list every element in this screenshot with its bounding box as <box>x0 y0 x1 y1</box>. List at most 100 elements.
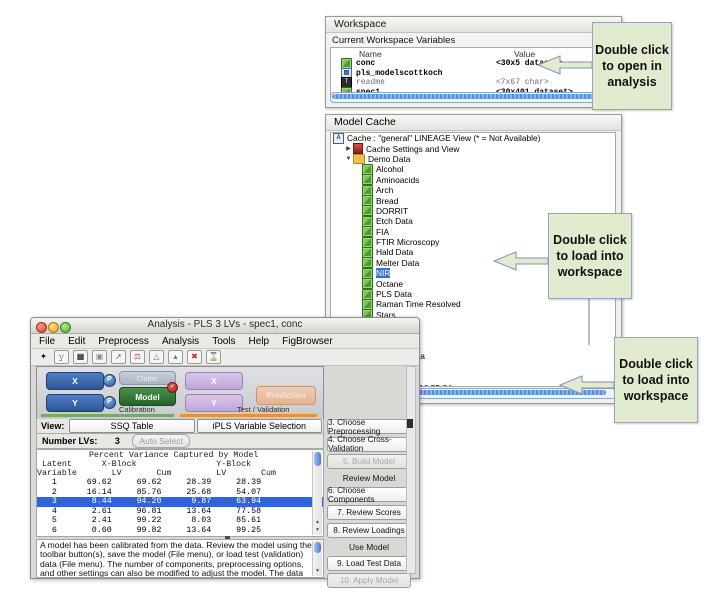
hourglass-icon[interactable]: ⌛ <box>206 350 221 364</box>
green-cube-icon <box>362 278 373 289</box>
cache-tree-node[interactable]: ▼ Demo Data <box>331 154 615 164</box>
workflow-button[interactable]: 3. Choose Preprocessing <box>327 419 411 434</box>
menu-tools[interactable]: Tools <box>212 336 235 347</box>
view-tab-row[interactable]: View: SSQ Table iPLS Variable Selection <box>36 419 324 434</box>
scrollbar-thumb[interactable] <box>407 419 413 428</box>
ssq-table-header: Percent Variance Captured by Model Laten… <box>37 450 323 478</box>
validation-bar <box>180 414 317 417</box>
ssq-table-row[interactable]: 6 0.60 99.82 13.64 99.25 <box>37 526 323 536</box>
analysis-vertical-scrollbar[interactable] <box>406 366 416 574</box>
cache-tree-node[interactable]: Raman Time Resolved <box>331 299 615 309</box>
cache-tree-node[interactable]: Alcohol <box>331 164 615 174</box>
workspace-horizontal-scrollbar[interactable]: ▶ <box>330 92 616 103</box>
flow-node-p2[interactable]: P <box>103 396 116 409</box>
scrollbar-thumb[interactable] <box>314 452 321 466</box>
model-icon[interactable]: ▣ <box>92 350 107 364</box>
tree-toggle-icon[interactable]: ▼ <box>344 156 353 162</box>
number-lvs-row[interactable]: Number LVs: 3 Auto Select <box>36 434 324 449</box>
workflow-button[interactable]: 4. Choose Cross-Validation <box>327 437 411 452</box>
flow-node-x-cal[interactable]: X <box>46 372 104 390</box>
cache-node-label: FIA <box>376 227 389 237</box>
analysis-toolbar[interactable]: ✦ 𝚢 ▦ ▣ ➚ ⚖ △ ▴ ✖ ⌛ <box>31 349 419 366</box>
tab-ipls-variable[interactable]: iPLS Variable Selection <box>197 419 322 433</box>
ssq-table[interactable]: Percent Variance Captured by Model Laten… <box>36 449 324 537</box>
flow-node-p1[interactable]: P <box>103 374 116 387</box>
workflow-button[interactable]: Review Model <box>327 472 411 485</box>
cache-tree-node[interactable]: ▶ Cache Settings and View <box>331 143 615 153</box>
cache-node-label: Demo Data <box>368 154 410 164</box>
cache-node-label: Melter Data <box>376 258 419 268</box>
menu-figbrowser[interactable]: FigBrowser <box>282 336 333 347</box>
flow-node-prediction[interactable]: Prediction <box>256 386 316 405</box>
workflow-button[interactable]: 7. Review Scores <box>327 505 411 520</box>
cache-root-label: Cache : "general" LINEAGE View (* = Not … <box>347 133 540 143</box>
green-cube-icon <box>362 164 373 175</box>
scores-icon[interactable]: ✖ <box>187 350 202 364</box>
auto-select-button[interactable]: Auto Select <box>132 434 189 448</box>
table-vertical-scrollbar[interactable]: ▲ ▼ <box>312 451 322 535</box>
scroll-up-arrow[interactable]: ▲ <box>314 519 321 526</box>
cache-node-label: Arch <box>376 185 393 195</box>
ssq-table-row[interactable]: 3 8.44 94.20 9.87 63.94 <box>37 497 323 507</box>
status-message-box[interactable]: A model has been calibrated from the dat… <box>36 539 324 578</box>
flow-node-x-test[interactable]: X <box>185 372 243 390</box>
workspace-window[interactable]: Workspace Current Workspace Variables Na… <box>325 16 622 108</box>
loadings-icon[interactable]: ▴ <box>168 350 183 364</box>
scroll-down-arrow[interactable]: ▼ <box>314 527 321 534</box>
cursor-icon[interactable]: ✦ <box>37 351 50 363</box>
green-cube-icon <box>362 226 373 237</box>
menu-edit[interactable]: Edit <box>68 336 85 347</box>
cache-node-label: Raman Time Resolved <box>376 299 461 309</box>
analysis-title: Analysis - PLS 3 LVs - spec1, conc <box>31 319 419 330</box>
ssq-table-row[interactable]: 2 16.14 85.76 25.68 54.07 <box>37 488 323 498</box>
cache-node-label: DORRIT <box>376 206 408 216</box>
green-cube-icon <box>362 195 373 206</box>
status-vertical-scrollbar[interactable]: ▼ <box>312 541 322 576</box>
cache-root-node[interactable]: A Cache : "general" LINEAGE View (* = No… <box>331 133 615 143</box>
menu-analysis[interactable]: Analysis <box>162 336 199 347</box>
scroll-down-arrow[interactable]: ▼ <box>314 568 321 575</box>
cache-tree-node[interactable]: Aminoacids <box>331 175 615 185</box>
ssq-table-row[interactable]: 5 2.41 99.22 8.03 85.61 <box>37 516 323 526</box>
ssq-table-row[interactable]: 1 69.62 69.62 28.39 28.39 <box>37 478 323 488</box>
callout-open-in-analysis: Double click to open in analysis <box>592 22 672 110</box>
spectra-icon[interactable]: △ <box>149 350 164 364</box>
analysis-window[interactable]: Analysis - PLS 3 LVs - spec1, conc File … <box>30 317 420 579</box>
flow-node-y-cal[interactable]: Y <box>46 394 104 412</box>
cache-tree-node[interactable]: Arch <box>331 185 615 195</box>
cache-node-label: Etch Data <box>376 216 413 226</box>
green-cube-icon <box>362 174 373 185</box>
cache-node-label: Cache Settings and View <box>366 144 459 154</box>
workflow-button[interactable]: 9. Load Test Data <box>327 556 411 571</box>
scrollbar-thumb[interactable] <box>314 542 321 553</box>
flow-node-y-test[interactable]: Y <box>185 394 243 412</box>
analysis-menubar[interactable]: File Edit Preprocess Analysis Tools Help… <box>31 334 419 349</box>
workflow-button[interactable]: 8. Review Loadings <box>327 523 411 538</box>
cache-tree-node[interactable]: Bread <box>331 195 615 205</box>
workflow-button[interactable]: Use Model <box>327 540 411 553</box>
ssq-table-row[interactable]: 4 2.61 96.81 13.64 77.58 <box>37 507 323 517</box>
flask-icon[interactable]: ⚖ <box>130 350 145 364</box>
workflow-button-column[interactable]: 3. Choose Preprocessing 4. Choose Cross-V… <box>327 419 411 591</box>
tree-toggle-icon[interactable]: ▶ <box>344 145 353 152</box>
green-cube-icon <box>362 247 373 258</box>
analysis-flow-diagram[interactable]: X Y Clutter Model X Y Prediction P P ✓ C… <box>36 366 324 420</box>
scrollbar-thumb[interactable] <box>332 94 606 99</box>
analysis-icon[interactable]: 𝚢 <box>54 350 69 364</box>
menu-help[interactable]: Help <box>249 336 270 347</box>
data-table-icon[interactable]: ▦ <box>73 350 88 364</box>
menu-preprocess[interactable]: Preprocess <box>98 336 149 347</box>
analysis-titlebar[interactable]: Analysis - PLS 3 LVs - spec1, conc <box>31 318 419 334</box>
model-cache-title: Model Cache <box>326 115 621 131</box>
cache-node-label: PLS Data <box>376 289 412 299</box>
ssq-table-row[interactable]: 7 0.04 99.86 0.53 99.78 <box>37 536 323 537</box>
tab-ssq-table[interactable]: SSQ Table <box>69 419 194 433</box>
menu-file[interactable]: File <box>39 336 55 347</box>
workflow-button[interactable]: 6. Choose Components <box>327 487 411 502</box>
green-cube-icon <box>362 257 373 268</box>
number-lvs-value[interactable]: 3 <box>102 436 132 446</box>
green-cube-icon <box>362 237 373 248</box>
ssq-group-header-row: Latent X-Block Y-Block <box>37 460 323 469</box>
cache-root-icon: A <box>333 133 344 144</box>
scatter-icon[interactable]: ➚ <box>111 350 126 364</box>
